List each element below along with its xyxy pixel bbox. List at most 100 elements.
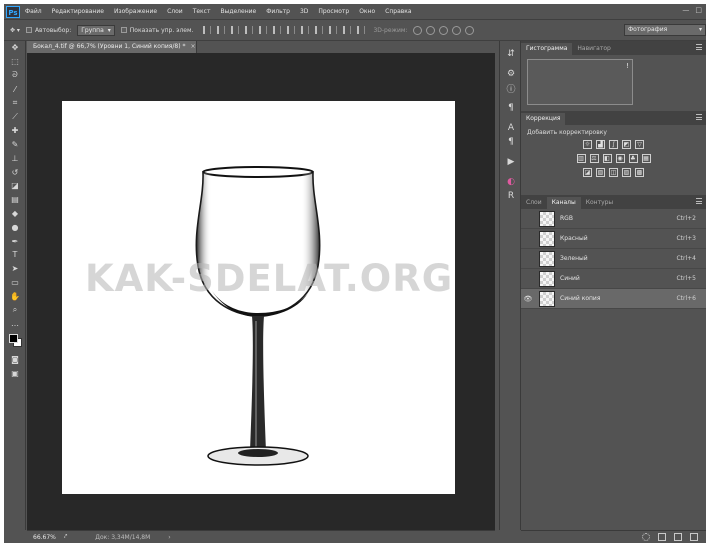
move-tool-preset[interactable]: ✥ ▾ [10, 27, 20, 34]
align-left-icon[interactable] [245, 26, 254, 34]
tab-layers[interactable]: Слои [521, 197, 547, 209]
eyedropper-icon[interactable]: ⟋ [4, 110, 26, 124]
load-selection-icon[interactable] [642, 533, 650, 541]
magic-wand-icon[interactable]: ⁄ [4, 82, 26, 96]
pen-icon[interactable]: ✒ [4, 234, 26, 248]
gradient-map-icon[interactable]: ▨ [622, 168, 631, 177]
stamp-icon[interactable]: ⊥ [4, 151, 26, 165]
align-vcenter-icon[interactable] [217, 26, 226, 34]
menu-view[interactable]: Просмотр [313, 8, 354, 15]
type-icon[interactable]: T [4, 248, 26, 262]
document-tab[interactable]: Бокал_4.tif @ 66,7% (Уровни 1, Синий коп… [27, 41, 197, 53]
hand-icon[interactable]: ✋ [4, 289, 26, 303]
maximize-button[interactable]: □ [695, 6, 702, 14]
posterize-icon[interactable]: ▧ [596, 168, 605, 177]
minimize-button[interactable]: — [682, 6, 689, 14]
tab-navigator[interactable]: Навигатор [572, 43, 615, 55]
levels-icon[interactable]: ▟ [596, 140, 605, 149]
autoselect-option[interactable]: Автовыбор: [25, 27, 71, 34]
show-transform-checkbox[interactable] [120, 27, 127, 33]
align-hcenter-icon[interactable] [259, 26, 268, 34]
move-icon[interactable]: ✥ [4, 41, 26, 55]
gradient-icon[interactable]: ▤ [4, 193, 26, 207]
channel-row[interactable]: RGB Ctrl+2 [521, 209, 706, 229]
close-icon[interactable]: × [190, 43, 195, 50]
tab-histogram[interactable]: Гистограмма [521, 43, 573, 55]
panel-menu-icon[interactable] [696, 114, 702, 120]
curves-icon[interactable]: ∫ [609, 140, 618, 149]
save-selection-icon[interactable] [658, 533, 666, 541]
panel-menu-icon[interactable] [696, 44, 702, 50]
menu-help[interactable]: Справка [380, 8, 416, 15]
menu-layers[interactable]: Слои [162, 8, 188, 15]
roll-3d-icon[interactable] [426, 25, 436, 35]
color-balance-icon[interactable]: ⚖ [589, 154, 599, 163]
channel-row[interactable]: Красный Ctrl+3 [521, 229, 706, 249]
status-menu-arrow[interactable]: › [168, 534, 170, 541]
character-icon[interactable]: A [500, 121, 522, 135]
trash-icon[interactable] [690, 533, 698, 541]
distribute-vcenter-icon[interactable] [301, 26, 310, 34]
3d-panel-icon[interactable]: ◐ [500, 175, 522, 189]
align-right-icon[interactable] [273, 26, 282, 34]
export-icon[interactable]: ⤤ [64, 533, 67, 541]
exposure-icon[interactable]: ◩ [622, 140, 631, 149]
shape-icon[interactable]: ▭ [4, 276, 26, 290]
align-top-icon[interactable] [203, 26, 212, 34]
menu-select[interactable]: Выделение [215, 8, 261, 15]
autoselect-dropdown[interactable]: Группа ▾ [77, 24, 115, 36]
selective-color-icon[interactable]: ▩ [635, 168, 644, 177]
vibrance-icon[interactable]: ▽ [635, 140, 644, 149]
eraser-icon[interactable]: ◪ [4, 179, 26, 193]
eye-icon[interactable]: 👁 [521, 295, 535, 303]
blur-icon[interactable]: ◆ [4, 207, 26, 221]
panel-menu-icon[interactable] [696, 198, 702, 204]
menu-3d[interactable]: 3D [295, 8, 313, 15]
quick-mask-icon[interactable]: ◙ [4, 353, 26, 367]
lasso-icon[interactable]: ᘐ [4, 69, 26, 83]
tab-channels[interactable]: Каналы [546, 197, 581, 209]
invert-icon[interactable]: ◪ [583, 168, 592, 177]
actions-icon[interactable]: ⚙ [500, 67, 522, 81]
channel-row[interactable]: Синий Ctrl+5 [521, 269, 706, 289]
scale-3d-icon[interactable] [465, 25, 475, 35]
autoselect-checkbox[interactable] [25, 27, 32, 33]
auto-align-icon[interactable] [357, 26, 366, 34]
menu-edit[interactable]: Редактирование [47, 8, 109, 15]
healing-brush-icon[interactable]: ✚ [4, 124, 26, 138]
show-transform-option[interactable]: Показать упр. элем. [120, 27, 193, 34]
info-icon[interactable]: ⓘ [500, 81, 522, 95]
tab-adjustments[interactable]: Коррекция [521, 113, 566, 125]
distribute-left-icon[interactable] [329, 26, 338, 34]
pan-3d-icon[interactable] [439, 25, 449, 35]
brightness-contrast-icon[interactable]: ☼ [583, 140, 592, 149]
timeline-play-icon[interactable]: ▶ [500, 155, 522, 169]
marquee-icon[interactable]: ⬚ [4, 55, 26, 69]
threshold-icon[interactable]: ◫ [609, 168, 618, 177]
zoom-level[interactable]: 66.67% [33, 534, 56, 541]
more-icon[interactable]: … [4, 317, 26, 331]
tab-paths[interactable]: Контуры [581, 197, 618, 209]
properties-icon[interactable]: R [500, 189, 522, 203]
paragraph-icon[interactable]: ¶ [500, 135, 522, 149]
new-channel-icon[interactable] [674, 533, 682, 541]
foreground-color[interactable] [9, 333, 18, 343]
menu-file[interactable]: Файл [20, 8, 47, 15]
black-white-icon[interactable]: ◧ [602, 154, 612, 163]
zoom-icon[interactable]: ⌕ [4, 303, 26, 317]
menu-type[interactable]: Текст [188, 8, 216, 15]
align-bottom-icon[interactable] [231, 26, 240, 34]
distribute-right-icon[interactable] [343, 26, 352, 34]
photo-filter-icon[interactable]: ◉ [615, 154, 625, 163]
crop-icon[interactable]: ⌗ [4, 96, 26, 110]
channel-row[interactable]: Зеленый Ctrl+4 [521, 249, 706, 269]
menu-filter[interactable]: Фильтр [261, 8, 295, 15]
distribute-top-icon[interactable] [287, 26, 296, 34]
channel-mixer-icon[interactable]: ♣ [628, 154, 638, 163]
channel-row-selected[interactable]: 👁 Синий копия Ctrl+6 [521, 289, 706, 309]
history-icon[interactable]: ⇵ [500, 47, 522, 61]
warning-icon[interactable]: ! [626, 62, 629, 70]
path-select-icon[interactable]: ➤ [4, 262, 26, 276]
document-workspace[interactable]: KAK-SDELAT.ORG [27, 53, 495, 530]
color-swatches[interactable] [4, 331, 25, 353]
